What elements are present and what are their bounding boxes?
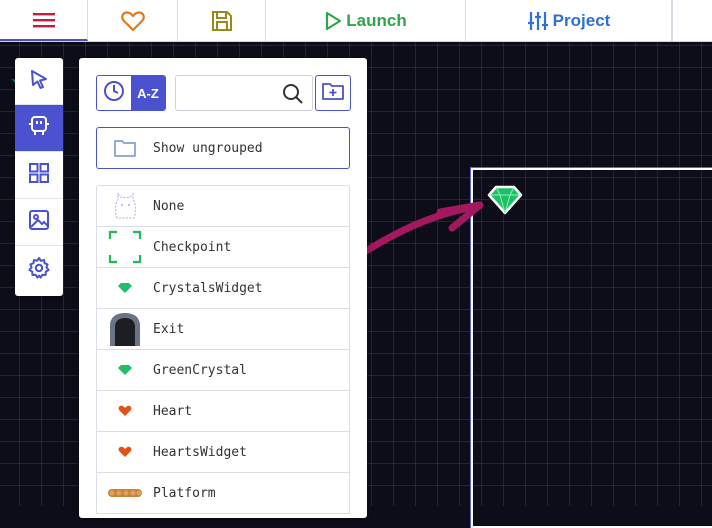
clock-icon <box>103 80 125 106</box>
tool-settings[interactable] <box>15 246 63 293</box>
list-item[interactable]: CrystalsWidget <box>97 268 349 309</box>
search-box <box>175 75 313 111</box>
list-item[interactable]: None <box>97 186 349 227</box>
heart-icon <box>97 432 153 472</box>
image-icon <box>28 209 50 235</box>
tool-select[interactable] <box>15 58 63 105</box>
sort-az-button[interactable]: A-Z <box>131 76 165 110</box>
list-item[interactable]: GreenCrystal <box>97 350 349 391</box>
entity-list: None Checkpoint CrystalsWidget Exit Gree… <box>96 185 350 514</box>
folder-plus-icon <box>321 80 345 106</box>
cursor-icon <box>28 68 50 94</box>
crystal-icon <box>97 268 153 308</box>
sort-toggle: A-Z <box>96 75 166 111</box>
platform-icon <box>97 473 153 513</box>
list-item[interactable]: HeartsWidget <box>97 432 349 473</box>
heart-icon <box>97 391 153 431</box>
list-item[interactable]: Checkpoint <box>97 227 349 268</box>
robot-icon <box>27 114 51 142</box>
tool-strip <box>15 58 63 296</box>
grid-icon <box>28 162 50 188</box>
list-item[interactable]: Heart <box>97 391 349 432</box>
tool-entities[interactable] <box>15 105 63 152</box>
list-item-label: Heart <box>153 403 193 419</box>
tool-tiles[interactable] <box>15 152 63 199</box>
list-item-label: Platform <box>153 485 216 501</box>
sort-by-time-button[interactable] <box>97 76 131 110</box>
list-item-label: Checkpoint <box>153 239 232 255</box>
show-ungrouped-label: Show ungrouped <box>153 140 263 156</box>
ghost-icon <box>97 186 153 226</box>
crystal-icon <box>97 350 153 390</box>
list-item-label: Exit <box>153 321 185 337</box>
new-folder-button[interactable] <box>315 75 351 111</box>
list-item-label: None <box>153 198 185 214</box>
gear-icon <box>27 256 51 284</box>
tool-backgrounds[interactable] <box>15 199 63 246</box>
search-input[interactable] <box>176 76 276 110</box>
list-item-label: HeartsWidget <box>153 444 247 460</box>
asset-panel: A-Z Show ungrouped None Checkpoint Cryst… <box>79 58 367 518</box>
list-item-label: GreenCrystal <box>153 362 247 378</box>
list-item[interactable]: Platform <box>97 473 349 514</box>
list-item-label: CrystalsWidget <box>153 280 263 296</box>
search-icon[interactable] <box>282 83 304 109</box>
checkpoint-icon <box>97 227 153 267</box>
list-item[interactable]: Exit <box>97 309 349 350</box>
show-ungrouped-button[interactable]: Show ungrouped <box>96 127 350 169</box>
exit-door-icon <box>97 309 153 349</box>
folder-icon <box>97 138 153 158</box>
